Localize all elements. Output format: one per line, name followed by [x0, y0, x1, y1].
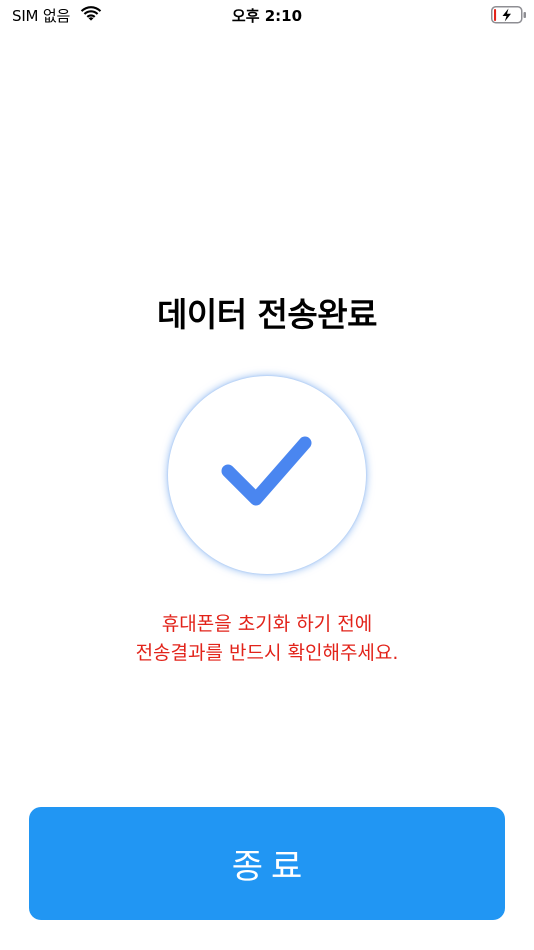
battery-charging-icon [491, 6, 526, 24]
status-bar: SIM 없음 오후 2:10 [0, 0, 534, 30]
status-time: 오후 2:10 [231, 7, 303, 25]
page-title: 데이터 전송완료 [156, 295, 378, 334]
checkmark-icon [221, 436, 312, 506]
notice-line-1: 휴대폰을 초기화 하기 전에 [161, 613, 373, 635]
exit-button[interactable]: 종료 [29, 807, 505, 920]
success-badge [168, 376, 366, 574]
notice-line-2: 전송결과를 반드시 확인해주세요. [135, 642, 399, 664]
transfer-notice: 휴대폰을 초기화 하기 전에 전송결과를 반드시 확인해주세요. [0, 610, 534, 668]
